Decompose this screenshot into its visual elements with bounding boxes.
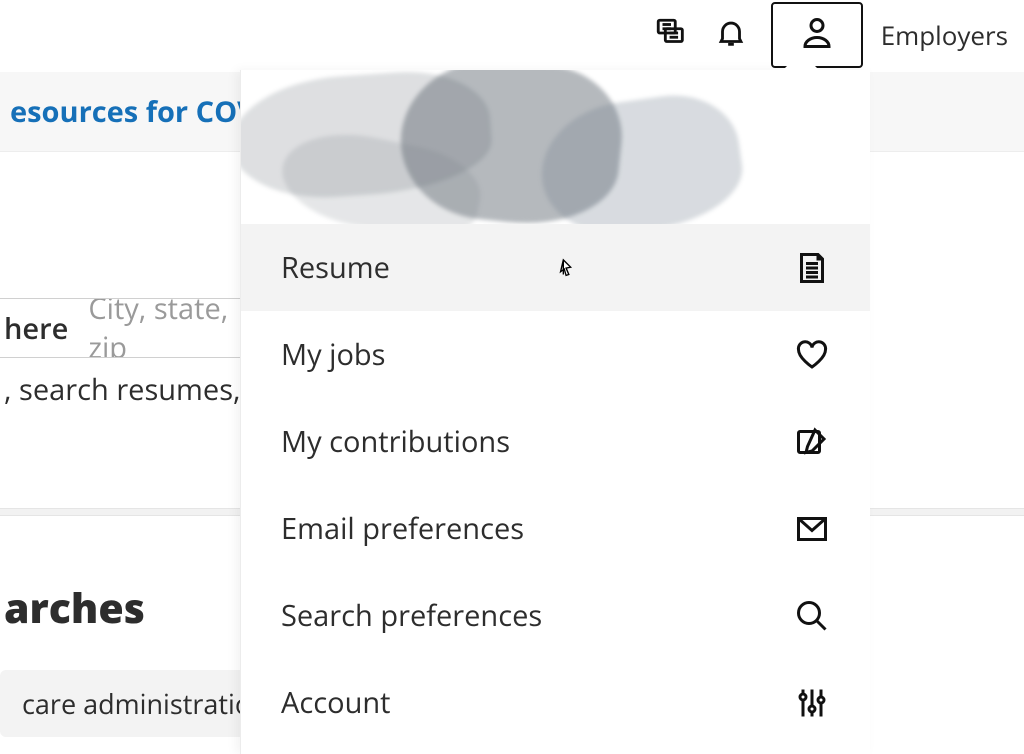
edit-note-icon bbox=[794, 424, 830, 460]
menu-item-account[interactable]: Account bbox=[241, 659, 870, 746]
menu-item-label: Email preferences bbox=[281, 509, 524, 548]
messages-button[interactable] bbox=[641, 5, 701, 65]
menu-item-resume[interactable]: Resume bbox=[241, 224, 870, 311]
document-icon bbox=[794, 250, 830, 286]
bell-icon bbox=[714, 16, 748, 55]
menu-item-label: Search preferences bbox=[281, 596, 542, 635]
employers-link[interactable]: Employers bbox=[873, 17, 1016, 53]
menu-item-search-preferences[interactable]: Search preferences bbox=[241, 572, 870, 659]
menu-item-my-jobs[interactable]: My jobs bbox=[241, 311, 870, 398]
profile-dropdown: Resume My jobs My contributions Email pr… bbox=[240, 70, 870, 754]
notifications-button[interactable] bbox=[701, 5, 761, 65]
menu-item-my-contributions[interactable]: My contributions bbox=[241, 398, 870, 485]
menu-item-label: My contributions bbox=[281, 422, 510, 461]
profile-icon bbox=[799, 15, 835, 56]
saved-searches-heading: arches bbox=[0, 580, 145, 636]
menu-item-label: Account bbox=[281, 683, 390, 722]
messages-icon bbox=[654, 16, 688, 55]
menu-item-label: Resume bbox=[281, 248, 390, 287]
where-label: here bbox=[4, 309, 68, 348]
search-icon bbox=[794, 598, 830, 634]
location-placeholder: City, state, zip bbox=[88, 298, 240, 358]
app-topbar: Employers bbox=[0, 0, 1024, 70]
sliders-icon bbox=[794, 685, 830, 721]
search-hint: , search resumes, bbox=[0, 370, 240, 409]
menu-item-email-preferences[interactable]: Email preferences bbox=[241, 485, 870, 572]
location-search-row[interactable]: here City, state, zip bbox=[0, 298, 240, 358]
envelope-icon bbox=[794, 511, 830, 547]
menu-item-label: My jobs bbox=[281, 335, 385, 374]
dropdown-user-info-redacted bbox=[241, 70, 870, 224]
heart-icon bbox=[794, 337, 830, 373]
